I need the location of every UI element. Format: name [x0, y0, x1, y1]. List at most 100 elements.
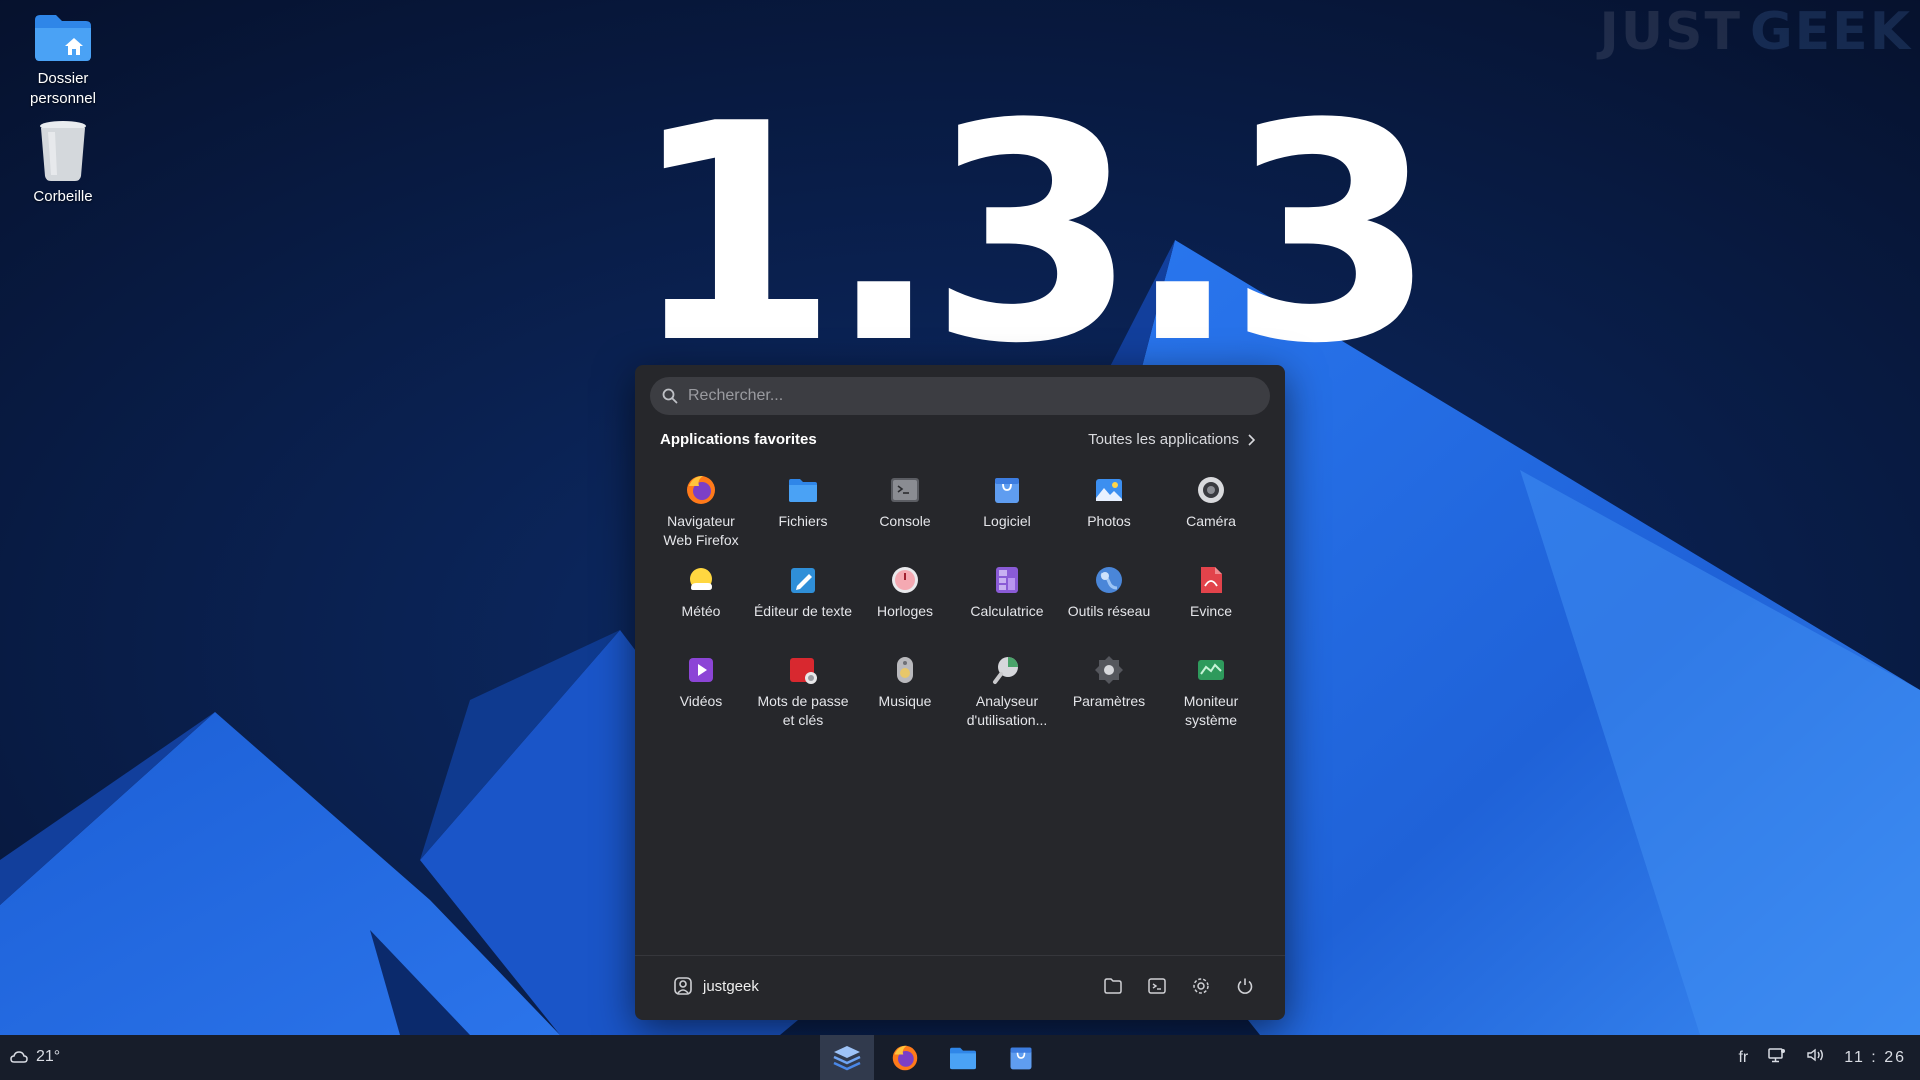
user-button[interactable]: justgeek	[673, 976, 759, 996]
text-editor-icon	[786, 563, 820, 597]
app-label: Evince	[1189, 603, 1233, 619]
app-disk-usage[interactable]: Analyseur d'utilisation...	[956, 645, 1058, 735]
files-icon	[950, 1047, 976, 1069]
app-videos[interactable]: Vidéos	[650, 645, 752, 735]
search-bar[interactable]	[650, 377, 1270, 415]
app-system-monitor[interactable]: Moniteur système	[1160, 645, 1262, 735]
videos-icon	[684, 653, 718, 687]
app-label: Mots de passe et clés	[757, 693, 849, 728]
keyboard-layout[interactable]: fr	[1738, 1049, 1748, 1067]
desktop-icon-label: Corbeille	[33, 188, 93, 205]
app-files[interactable]: Fichiers	[752, 465, 854, 555]
passwords-icon	[786, 653, 820, 687]
desktop-icon-trash[interactable]: Corbeille	[8, 120, 118, 207]
desktop-icon-home[interactable]: Dossier personnel	[8, 12, 118, 109]
app-label: Moniteur système	[1183, 693, 1239, 728]
photos-icon	[1092, 473, 1126, 507]
app-console[interactable]: Console	[854, 465, 956, 555]
firefox-icon	[684, 473, 718, 507]
app-label: Analyseur d'utilisation...	[966, 693, 1048, 728]
version-number: 1.3.3	[630, 60, 1436, 409]
app-label: Fichiers	[778, 513, 828, 529]
chevron-right-icon	[1248, 433, 1255, 446]
music-icon	[888, 653, 922, 687]
home-folder-icon	[35, 15, 91, 61]
dock	[820, 1035, 1048, 1080]
disk-usage-icon	[990, 653, 1024, 687]
gear-icon[interactable]	[1191, 976, 1211, 996]
watermark-logo: JUST GEEK	[1599, 2, 1912, 62]
app-label: Caméra	[1186, 513, 1236, 529]
cloud-icon	[10, 1051, 28, 1063]
app-label: Console	[879, 513, 931, 529]
weather-temperature: 21°	[36, 1048, 61, 1065]
camera-icon	[1194, 473, 1228, 507]
system-tray: fr 11 : 26	[1738, 1047, 1906, 1068]
app-menu: Applications favorites Toutes les applic…	[635, 365, 1285, 1020]
trash-icon	[40, 121, 86, 181]
favorites-heading: Applications favorites	[660, 431, 817, 448]
watermark-text-2: GEEK	[1749, 2, 1912, 62]
app-camera[interactable]: Caméra	[1160, 465, 1262, 555]
launcher-icon	[833, 1045, 861, 1070]
app-text-editor[interactable]: Éditeur de texte	[752, 555, 854, 645]
all-apps-label: Toutes les applications	[1088, 431, 1239, 448]
app-passwords[interactable]: Mots de passe et clés	[752, 645, 854, 735]
terminal-icon[interactable]	[1147, 976, 1167, 996]
app-label: Logiciel	[983, 513, 1031, 529]
app-software[interactable]: Logiciel	[956, 465, 1058, 555]
app-label: Météo	[681, 603, 721, 619]
app-label: Photos	[1087, 513, 1131, 529]
app-evince[interactable]: Evince	[1160, 555, 1262, 645]
menu-footer: justgeek	[635, 955, 1285, 1020]
calculator-icon	[990, 563, 1024, 597]
app-label: Éditeur de texte	[753, 603, 853, 619]
weather-icon	[684, 563, 718, 597]
search-icon	[662, 388, 678, 404]
app-label: Calculatrice	[970, 603, 1044, 619]
app-label: Horloges	[876, 603, 934, 619]
files-icon	[786, 473, 820, 507]
firefox-icon	[892, 1045, 918, 1070]
dock-firefox[interactable]	[878, 1035, 932, 1080]
dock-software[interactable]	[994, 1035, 1048, 1080]
app-settings[interactable]: Paramètres	[1058, 645, 1160, 735]
folder-icon[interactable]	[1103, 976, 1123, 996]
all-apps-button[interactable]: Toutes les applications	[1088, 431, 1255, 448]
app-clocks[interactable]: Horloges	[854, 555, 956, 645]
app-label: Navigateur Web Firefox	[663, 513, 739, 548]
software-store-icon	[990, 473, 1024, 507]
weather-widget[interactable]: 21°	[10, 1048, 60, 1066]
desktop-icon-label: Dossier personnel	[30, 70, 96, 107]
app-label: Musique	[878, 693, 932, 709]
menu-footer-actions	[1103, 976, 1255, 996]
watermark-text-1: JUST	[1599, 2, 1742, 62]
user-avatar-icon	[674, 977, 692, 995]
app-label: Outils réseau	[1067, 603, 1151, 619]
dock-app-launcher[interactable]	[820, 1035, 874, 1080]
app-photos[interactable]: Photos	[1058, 465, 1160, 555]
app-label: Vidéos	[679, 693, 723, 709]
software-store-icon	[1010, 1047, 1032, 1069]
dock-files[interactable]	[936, 1035, 990, 1080]
volume-icon[interactable]	[1806, 1047, 1824, 1068]
username: justgeek	[703, 977, 759, 995]
clocks-icon	[888, 563, 922, 597]
app-calculator[interactable]: Calculatrice	[956, 555, 1058, 645]
settings-icon	[1092, 653, 1126, 687]
app-firefox[interactable]: Navigateur Web Firefox	[650, 465, 752, 555]
search-input[interactable]	[686, 386, 1270, 406]
power-icon[interactable]	[1235, 976, 1255, 996]
system-monitor-icon	[1194, 653, 1228, 687]
console-icon	[888, 473, 922, 507]
taskbar: 21° fr 11 : 26	[0, 1035, 1920, 1080]
network-icon[interactable]	[1768, 1047, 1786, 1068]
app-weather[interactable]: Météo	[650, 555, 752, 645]
clock[interactable]: 11 : 26	[1844, 1049, 1906, 1067]
app-network-tools[interactable]: Outils réseau	[1058, 555, 1160, 645]
favorites-grid: Navigateur Web Firefox Fichiers Console …	[650, 465, 1262, 735]
app-music[interactable]: Musique	[854, 645, 956, 735]
document-viewer-icon	[1194, 563, 1228, 597]
network-tools-icon	[1092, 563, 1126, 597]
app-label: Paramètres	[1072, 693, 1146, 709]
